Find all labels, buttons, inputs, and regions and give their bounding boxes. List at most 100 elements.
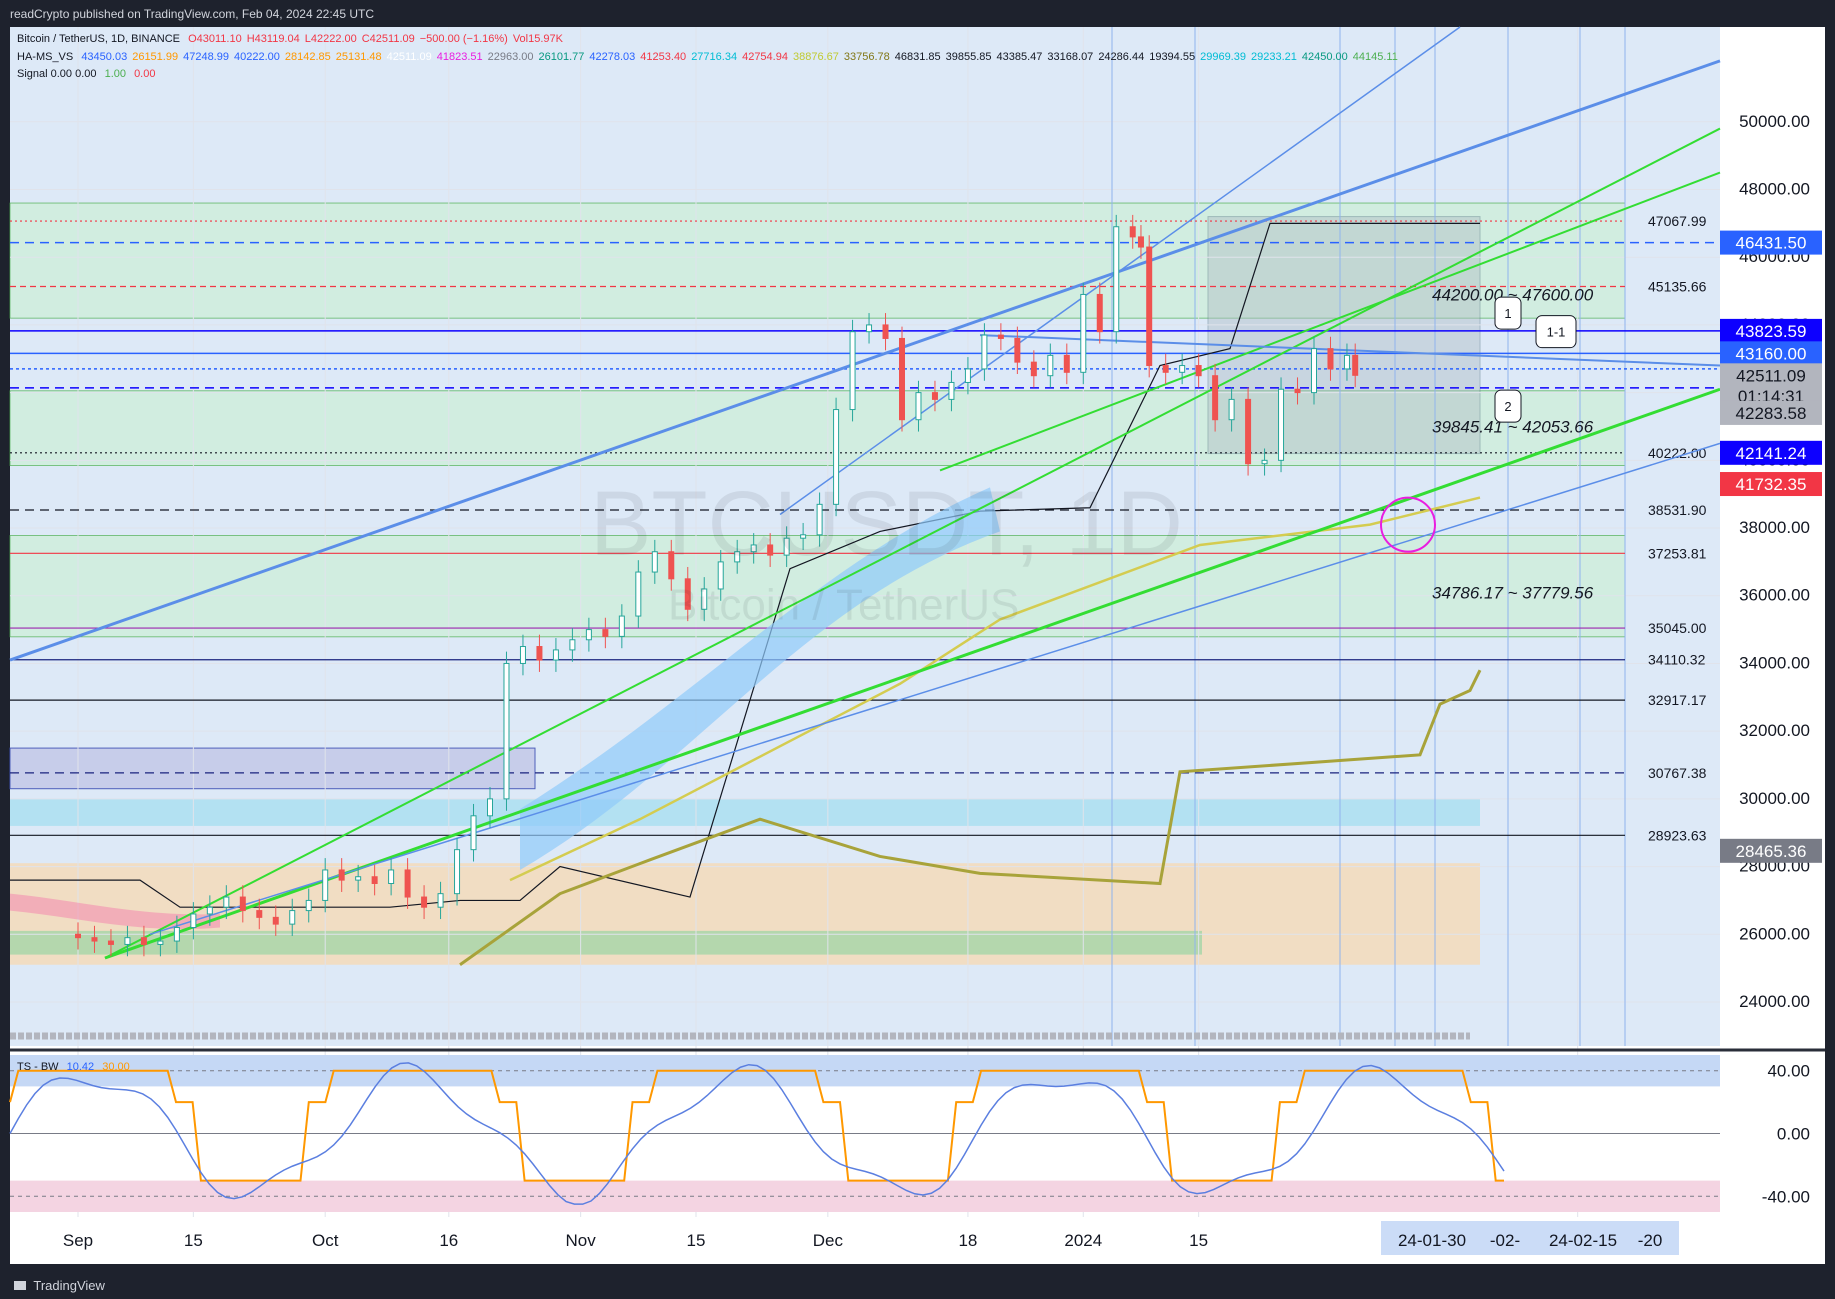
legend-hams-value-2: 47248.99 — [183, 51, 229, 63]
legend-ohlc-value-4: −500.00 (−1.16%) — [419, 33, 508, 45]
candle-body-9 — [223, 896, 230, 908]
level-label-1: 45135.66 — [1648, 278, 1707, 294]
candle-body-54 — [964, 368, 971, 383]
price-badge-6: 42141.24 — [1736, 444, 1807, 463]
legend-hams-values: 43450.03 26151.99 47248.99 40222.00 28142.85… — [81, 51, 1403, 63]
legend-hams-value-4: 28142.85 — [284, 51, 331, 63]
price-tick-36000: 36000.00 — [1739, 586, 1810, 605]
legend-hams-value-25: 44145.11 — [1352, 51, 1398, 63]
purple-box-left — [9, 747, 536, 790]
candle-body-10 — [239, 896, 246, 912]
candle-body-30 — [569, 639, 576, 651]
candle-body-12 — [272, 916, 279, 925]
date-range-label-0: 24-01-30 — [1398, 1231, 1466, 1250]
callout-label-1: 1-1 — [1547, 325, 1566, 340]
price-tick-50000: 50000.00 — [1739, 112, 1810, 131]
x-tick-6: Dec — [813, 1231, 844, 1250]
candle-body-56 — [997, 334, 1004, 339]
price-tick-48000: 48000.00 — [1739, 179, 1810, 198]
legend-ohlc: O43011.10 H43119.04 L42222.00 C42511.09 −500… — [188, 33, 568, 45]
candle-body-8 — [206, 906, 213, 915]
x-tick-5: 15 — [687, 1231, 706, 1250]
candle-body-47 — [849, 331, 856, 411]
candle-body-19 — [388, 869, 395, 885]
candle-body-70 — [1212, 375, 1219, 421]
level-label-5: 35045.00 — [1648, 620, 1707, 636]
candle-body-24 — [470, 815, 477, 851]
chart-frame: readCrypto published on TradingView.com,… — [0, 0, 1835, 1299]
price-badge-7: 41732.35 — [1736, 475, 1807, 494]
candle-body-71 — [1228, 398, 1235, 421]
candle-body-63 — [1113, 226, 1120, 333]
legend-hams-value-21: 19394.55 — [1149, 51, 1196, 63]
candle-body-3 — [124, 937, 131, 945]
legend-hams-value-10: 42278.03 — [589, 51, 636, 63]
candle-body-67 — [1162, 365, 1169, 373]
level-label-6: 34110.32 — [1648, 652, 1706, 668]
candle-body-79 — [1352, 354, 1359, 376]
candle-body-29 — [552, 649, 559, 661]
osc-tick-1: 0.00 — [1777, 1125, 1810, 1144]
candle-body-62 — [1096, 293, 1103, 333]
cyan-zone — [10, 798, 1480, 826]
legend-hams-value-8: 22963.00 — [487, 51, 534, 63]
footer-brand-row[interactable]: TradingView — [14, 1278, 105, 1293]
candle-body-59 — [1047, 354, 1054, 377]
legend-hams-value-11: 41253.40 — [640, 51, 687, 63]
price-badge-0: 46431.50 — [1736, 234, 1807, 253]
level-label-7: 32917.17 — [1648, 692, 1707, 708]
candle-body-77 — [1327, 348, 1334, 370]
level-label-2: 40222.00 — [1648, 445, 1707, 461]
candle-body-57 — [1014, 337, 1021, 363]
candle-body-73 — [1261, 459, 1268, 465]
candle-body-61 — [1080, 293, 1087, 373]
date-range-label-2: 24-02-15 — [1549, 1231, 1617, 1250]
candle-body-52 — [931, 392, 938, 400]
price-badge-3: 42511.09 — [1736, 366, 1806, 385]
price-tick-26000: 26000.00 — [1739, 924, 1810, 943]
candle-body-15 — [322, 869, 329, 901]
level-label-9: 28923.63 — [1648, 827, 1707, 843]
price-tick-24000: 24000.00 — [1739, 992, 1810, 1011]
x-tick-9: 15 — [1189, 1231, 1208, 1250]
legend-hams-value-24: 42450.00 — [1301, 51, 1348, 63]
legend-ohlc-value-0: O43011.10 — [188, 33, 242, 45]
candle-body-74 — [1278, 388, 1285, 461]
candle-body-55 — [981, 334, 988, 370]
candle-body-64 — [1129, 226, 1136, 238]
osc-tick-2: -40.00 — [1762, 1187, 1810, 1206]
legend-ohlc-value-1: H43119.04 — [246, 33, 300, 45]
candle-body-6 — [173, 927, 180, 942]
legend-hams-value-9: 26101.77 — [538, 51, 585, 63]
candle-body-13 — [289, 910, 296, 925]
legend-symbol: Bitcoin / TetherUS, 1D, BINANCE — [17, 33, 181, 45]
legend-hams-value-13: 42754.94 — [742, 51, 788, 63]
price-chart[interactable]: 47067.99 45135.66 40222.00 38531.90 37253.81… — [0, 0, 1835, 1299]
x-tick-7: 18 — [958, 1231, 977, 1250]
legend-hams-value-17: 39855.85 — [945, 51, 992, 63]
candle-body-51 — [915, 392, 922, 421]
x-tick-2: Oct — [312, 1231, 339, 1250]
candle-body-11 — [256, 910, 263, 918]
oscillator-legend: TS - BW 10.42 30.00 — [17, 1061, 135, 1073]
legend-signal-g: 1.00 — [104, 68, 126, 80]
candle-body-48 — [866, 324, 873, 333]
osc-name: TS - BW — [17, 1061, 59, 1073]
price-badge-2: 43160.00 — [1736, 344, 1807, 363]
candle-body-34 — [635, 571, 642, 617]
legend-hams-value-5: 25131.48 — [335, 51, 382, 63]
callout-label-2: 2 — [1504, 399, 1511, 414]
candle-body-65 — [1137, 236, 1144, 248]
price-badge-5: 42283.58 — [1736, 404, 1807, 423]
footer-brand: TradingView — [33, 1278, 105, 1293]
candle-body-72 — [1245, 398, 1252, 465]
candle-body-66 — [1146, 246, 1153, 367]
legend-hams-value-22: 29969.39 — [1200, 51, 1246, 63]
candle-body-53 — [948, 381, 955, 400]
legend-hams-row: HA-MS_VS 43450.03 26151.99 47248.99 40222.0… — [17, 51, 1408, 63]
date-range-label-1: -02- — [1490, 1231, 1520, 1250]
legend-hams-value-19: 33168.07 — [1047, 51, 1094, 63]
candle-body-50 — [899, 337, 905, 421]
level-label-3: 38531.90 — [1648, 502, 1707, 518]
candle-body-33 — [618, 615, 625, 637]
